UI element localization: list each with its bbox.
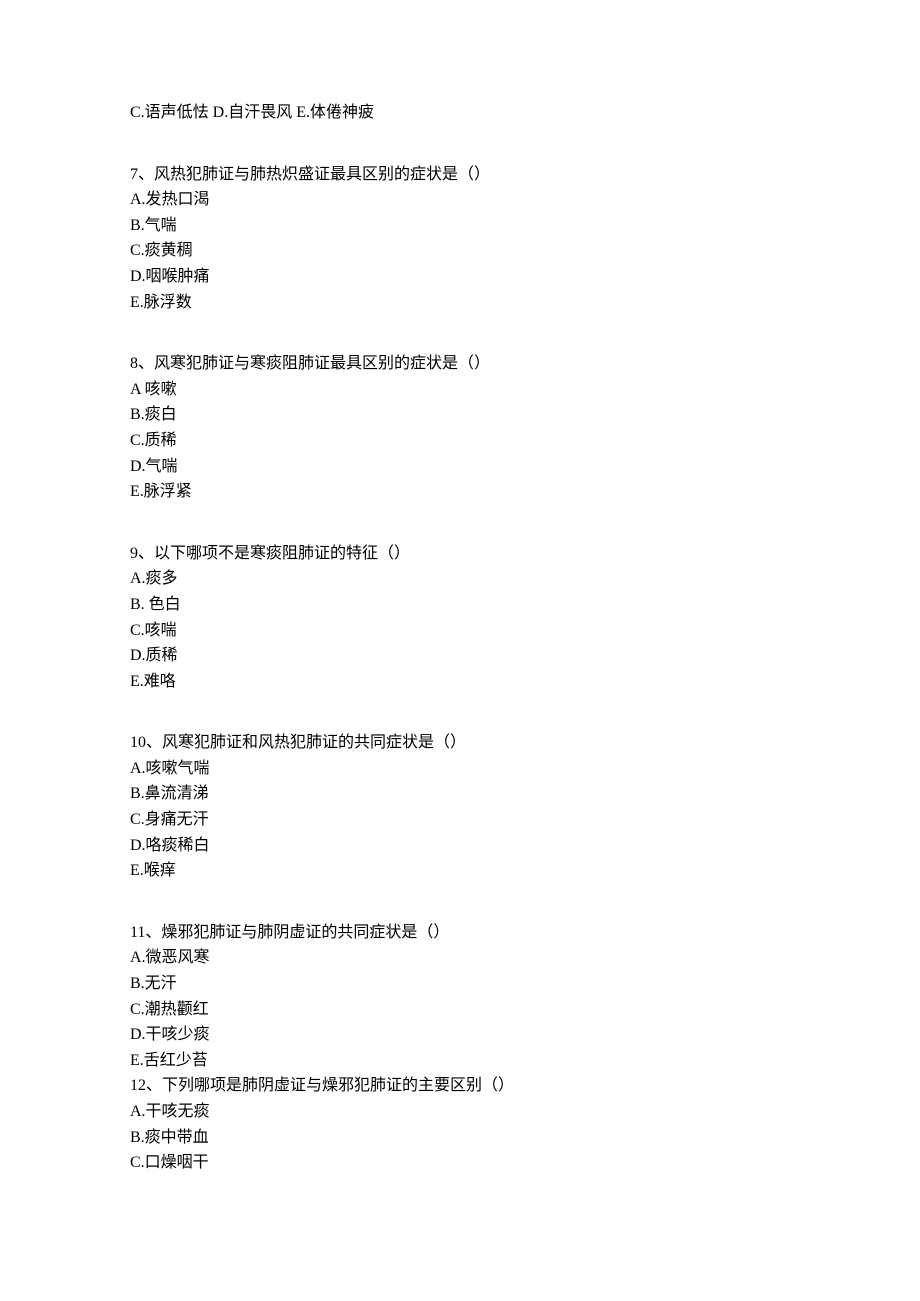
q10-stem: 10、风寒犯肺证和风热犯肺证的共同症状是（）	[130, 730, 790, 756]
q7-opt-b: B.气喘	[130, 213, 790, 239]
q7-opt-a: A.发热口渴	[130, 187, 790, 213]
question-10: 10、风寒犯肺证和风热犯肺证的共同症状是（） A.咳嗽气喘 B.鼻流清涕 C.身…	[130, 730, 790, 884]
q10-opt-c: C.身痛无汗	[130, 807, 790, 833]
q7-stem: 7、风热犯肺证与肺热炽盛证最具区别的症状是（）	[130, 162, 790, 188]
q8-opt-b: B.痰白	[130, 402, 790, 428]
q9-opt-a: A.痰多	[130, 566, 790, 592]
question-7: 7、风热犯肺证与肺热炽盛证最具区别的症状是（） A.发热口渴 B.气喘 C.痰黄…	[130, 162, 790, 316]
q11-opt-e: E.舌红少苔	[130, 1048, 790, 1074]
q8-opt-a: A 咳嗽	[130, 377, 790, 403]
q8-opt-d: D.气喘	[130, 454, 790, 480]
q9-opt-e: E.难咯	[130, 669, 790, 695]
q11-stem: 11、燥邪犯肺证与肺阴虚证的共同症状是（）	[130, 920, 790, 946]
q9-opt-c: C.咳喘	[130, 618, 790, 644]
q10-opt-e: E.喉痒	[130, 858, 790, 884]
document-page: C.语声低怯 D.自汗畏风 E.体倦神疲 7、风热犯肺证与肺热炽盛证最具区别的症…	[0, 0, 920, 1276]
q10-opt-a: A.咳嗽气喘	[130, 756, 790, 782]
question-9: 9、以下哪项不是寒痰阻肺证的特征（） A.痰多 B. 色白 C.咳喘 D.质稀 …	[130, 541, 790, 695]
q6-options-tail: C.语声低怯 D.自汗畏风 E.体倦神疲	[130, 100, 790, 126]
q11-opt-b: B.无汗	[130, 971, 790, 997]
q10-opt-d: D.咯痰稀白	[130, 833, 790, 859]
q7-opt-d: D.咽喉肿痛	[130, 264, 790, 290]
q9-opt-b: B. 色白	[130, 592, 790, 618]
q11-opt-c: C.潮热颧红	[130, 997, 790, 1023]
q9-stem: 9、以下哪项不是寒痰阻肺证的特征（）	[130, 541, 790, 567]
q10-opt-b: B.鼻流清涕	[130, 781, 790, 807]
question-12: 12、下列哪项是肺阴虚证与燥邪犯肺证的主要区别（） A.干咳无痰 B.痰中带血 …	[130, 1073, 790, 1175]
q12-opt-b: B.痰中带血	[130, 1125, 790, 1151]
q12-opt-a: A.干咳无痰	[130, 1099, 790, 1125]
q11-opt-d: D.干咳少痰	[130, 1022, 790, 1048]
q8-stem: 8、风寒犯肺证与寒痰阻肺证最具区别的症状是（）	[130, 351, 790, 377]
q8-opt-c: C.质稀	[130, 428, 790, 454]
q7-opt-e: E.脉浮数	[130, 290, 790, 316]
question-8: 8、风寒犯肺证与寒痰阻肺证最具区别的症状是（） A 咳嗽 B.痰白 C.质稀 D…	[130, 351, 790, 505]
question-6-tail: C.语声低怯 D.自汗畏风 E.体倦神疲	[130, 100, 790, 126]
q11-opt-a: A.微恶风寒	[130, 945, 790, 971]
question-11: 11、燥邪犯肺证与肺阴虚证的共同症状是（） A.微恶风寒 B.无汗 C.潮热颧红…	[130, 920, 790, 1074]
q7-opt-c: C.痰黄稠	[130, 238, 790, 264]
q12-opt-c: C.口燥咽干	[130, 1150, 790, 1176]
q8-opt-e: E.脉浮紧	[130, 479, 790, 505]
q12-stem: 12、下列哪项是肺阴虚证与燥邪犯肺证的主要区别（）	[130, 1073, 790, 1099]
q9-opt-d: D.质稀	[130, 643, 790, 669]
